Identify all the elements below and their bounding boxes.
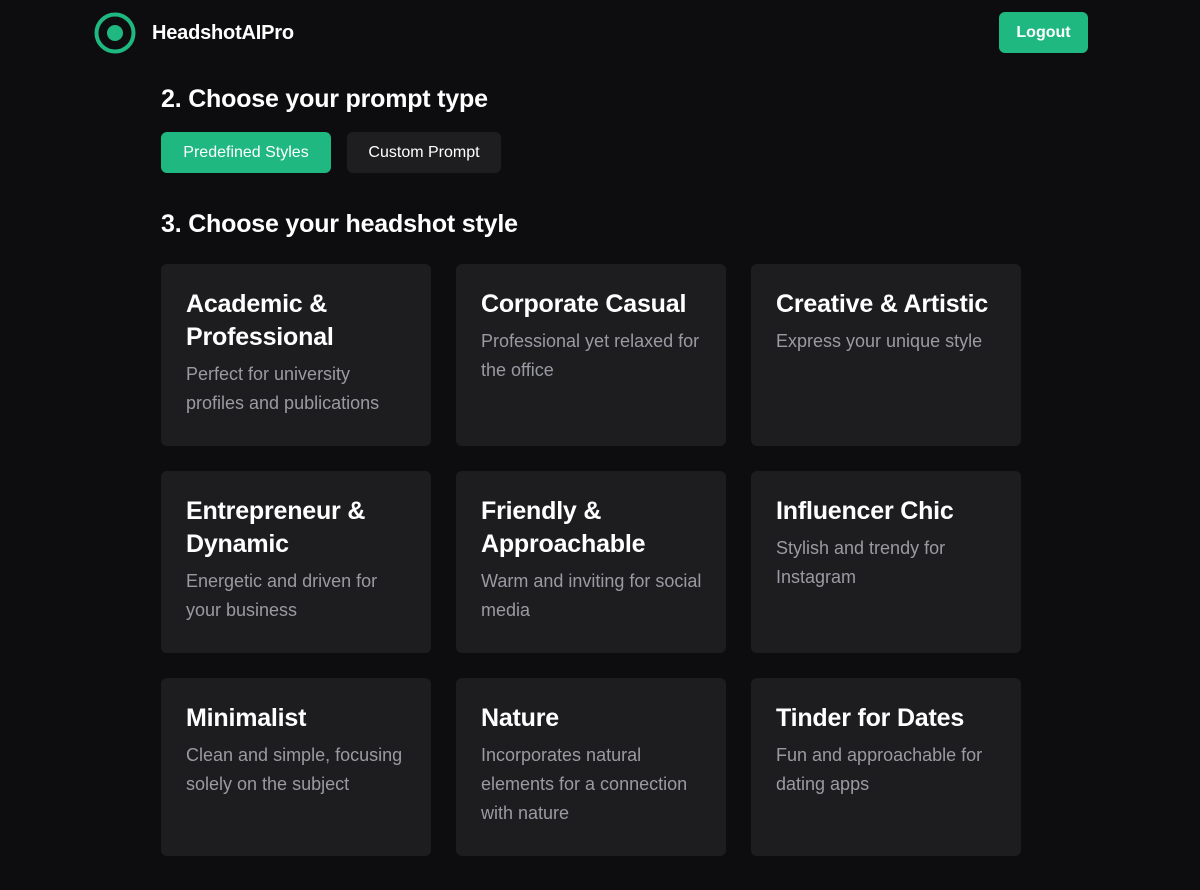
target-circle-icon[interactable] (94, 12, 136, 54)
style-card-title: Entrepreneur & Dynamic (186, 497, 366, 558)
style-card-title: Corporate Casual (481, 290, 687, 318)
style-card-creative-artistic[interactable]: Creative & Artistic Express your unique … (751, 264, 1021, 446)
style-card-description: Express your unique style (776, 331, 983, 351)
style-card-description: Professional yet relaxed for the office (481, 331, 700, 380)
style-card-title: Friendly & Approachable (481, 497, 646, 558)
style-card-description: Perfect for university profiles and publ… (186, 364, 380, 413)
style-card-influencer-chic[interactable]: Influencer Chic Stylish and trendy for I… (751, 471, 1021, 653)
page: HeadshotAIPro Logout 2. Choose your prom… (0, 0, 1200, 890)
predefined-styles-button[interactable]: Predefined Styles (161, 132, 331, 173)
style-card-description: Energetic and driven for your business (186, 571, 378, 620)
style-card-title: Tinder for Dates (776, 704, 965, 732)
style-card-title: Academic & Professional (186, 290, 334, 351)
style-card-grid: Academic & Professional Perfect for univ… (161, 264, 1021, 856)
style-card-description: Incorporates natural elements for a conn… (481, 745, 688, 823)
style-card-nature[interactable]: Nature Incorporates natural elements for… (456, 678, 726, 856)
logout-button[interactable]: Logout (999, 12, 1088, 53)
style-card-title: Creative & Artistic (776, 290, 989, 318)
style-card-title: Influencer Chic (776, 497, 954, 525)
style-card-title: Nature (481, 704, 559, 732)
prompt-type-heading: 2. Choose your prompt type (161, 85, 488, 113)
style-card-title: Minimalist (186, 704, 307, 732)
brand-name[interactable]: HeadshotAIPro (152, 21, 294, 45)
style-card-tinder-for-dates[interactable]: Tinder for Dates Fun and approachable fo… (751, 678, 1021, 856)
style-card-academic-professional[interactable]: Academic & Professional Perfect for univ… (161, 264, 431, 446)
custom-prompt-button[interactable]: Custom Prompt (347, 132, 501, 173)
style-card-minimalist[interactable]: Minimalist Clean and simple, focusing so… (161, 678, 431, 856)
style-card-description: Stylish and trendy for Instagram (776, 538, 946, 587)
style-card-description: Warm and inviting for social media (481, 571, 702, 620)
headshot-style-heading: 3. Choose your headshot style (161, 210, 518, 238)
top-header: HeadshotAIPro Logout (0, 0, 1200, 66)
style-card-description: Clean and simple, focusing solely on the… (186, 745, 403, 794)
style-card-friendly-approachable[interactable]: Friendly & Approachable Warm and invitin… (456, 471, 726, 653)
style-card-description: Fun and approachable for dating apps (776, 745, 983, 794)
style-card-entrepreneur-dynamic[interactable]: Entrepreneur & Dynamic Energetic and dri… (161, 471, 431, 653)
style-card-corporate-casual[interactable]: Corporate Casual Professional yet relaxe… (456, 264, 726, 446)
